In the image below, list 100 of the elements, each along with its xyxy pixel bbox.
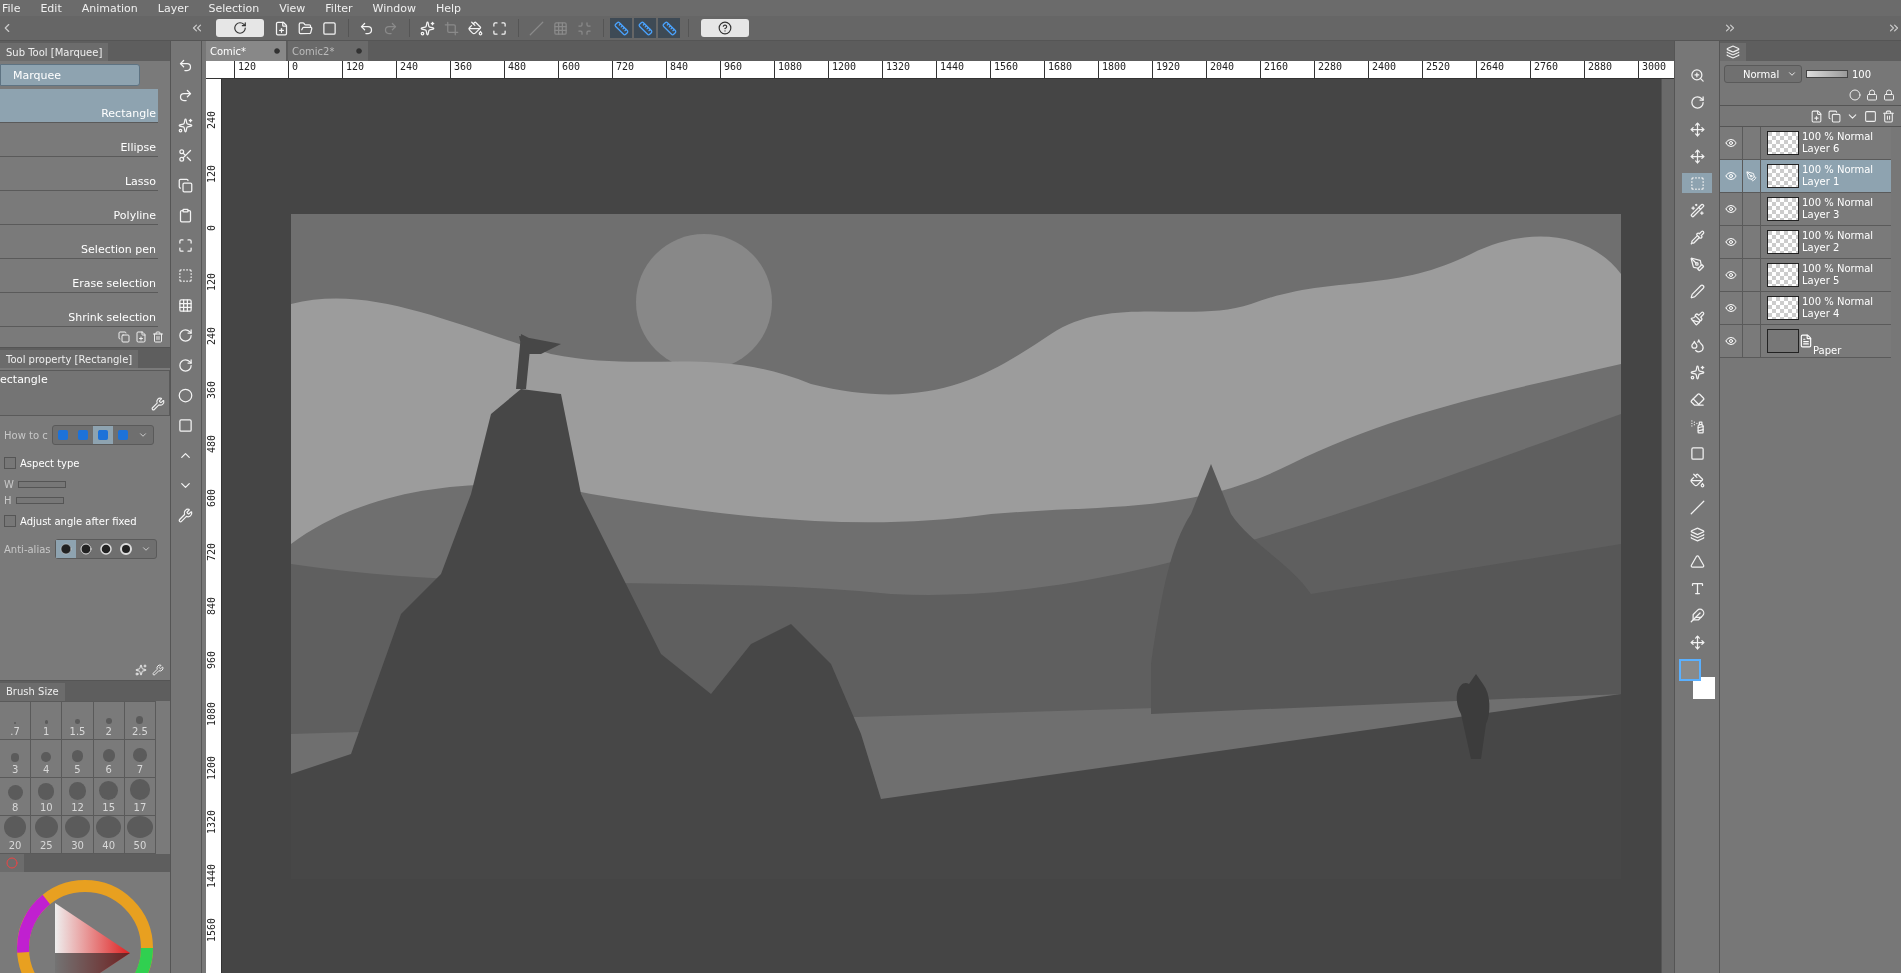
brush-dot-icon xyxy=(65,815,90,838)
brush-size-cell[interactable]: .7 xyxy=(0,701,32,740)
brush-size-cell[interactable]: 1.5 xyxy=(62,701,94,740)
ruler-label: 2280 xyxy=(1314,61,1368,78)
move-tool-icon xyxy=(1689,121,1705,137)
subtool-group-tab[interactable]: Marquee xyxy=(0,64,140,86)
selection-mode-control[interactable] xyxy=(51,425,154,445)
antialias-option[interactable] xyxy=(55,540,76,558)
panel-tab[interactable]: Sub Tool [Marquee] xyxy=(0,43,109,61)
brush-dot-icon xyxy=(41,751,52,762)
panel-tab[interactable]: Tool property [Rectangle] xyxy=(0,350,139,368)
brush-size-cell[interactable]: 25 xyxy=(31,815,63,854)
ruler-label: 840 xyxy=(206,595,218,618)
ruler-label: 120 xyxy=(234,61,288,78)
layer-row[interactable]: 100 % Normal Layer 3 xyxy=(1720,193,1891,226)
transform-icon xyxy=(177,237,193,253)
transform-icon xyxy=(491,20,507,36)
brush-dot-icon xyxy=(68,781,87,800)
ruler-label: 840 xyxy=(666,61,720,78)
eye-icon[interactable] xyxy=(1725,269,1737,281)
layer-name: Layer 5 xyxy=(1802,275,1841,287)
trash-icon xyxy=(1882,109,1895,123)
ruler-label: 1320 xyxy=(206,808,218,837)
circle-icon xyxy=(79,543,92,555)
menu-item[interactable]: File xyxy=(0,1,39,15)
brush-size-cell[interactable]: 4 xyxy=(31,739,63,778)
brush-size-cell[interactable]: 8 xyxy=(0,777,32,816)
brush-size-cell[interactable]: 20 xyxy=(0,815,32,854)
square-icon xyxy=(116,429,129,441)
layer-panel-tab[interactable] xyxy=(1720,43,1746,61)
eye-icon[interactable] xyxy=(1725,335,1737,347)
menu-item[interactable]: Filter xyxy=(323,1,371,15)
layer-row[interactable]: 100 % Normal Layer 4 xyxy=(1720,292,1891,325)
ruler-label: 120 xyxy=(206,163,218,186)
brush-size-cell[interactable]: 30 xyxy=(62,815,94,854)
brush-size-cell[interactable]: 10 xyxy=(31,777,63,816)
help-button[interactable] xyxy=(701,19,749,37)
brush-size-cell[interactable]: 1 xyxy=(31,701,63,740)
brush-size-cell[interactable]: 12 xyxy=(62,777,94,816)
ruler-label: 1560 xyxy=(990,61,1044,78)
blend-mode-select[interactable]: Normal xyxy=(1724,65,1802,83)
ruler-label: 1920 xyxy=(1152,61,1206,78)
opacity-value: 100 xyxy=(1852,68,1872,80)
circle-icon xyxy=(59,543,72,555)
menu-item[interactable]: Animation xyxy=(79,1,156,15)
pen-tool-icon xyxy=(1689,256,1705,272)
eye-icon[interactable] xyxy=(1725,302,1737,314)
brush-size-cell[interactable]: 2 xyxy=(93,701,125,740)
antialias-control[interactable] xyxy=(54,539,157,559)
paper-icon xyxy=(1799,334,1813,348)
ruler-label: 0 xyxy=(206,224,218,233)
redo-icon xyxy=(177,87,193,103)
brush-size-cell[interactable]: 2.5 xyxy=(124,701,156,740)
menu-item[interactable]: Layer xyxy=(155,1,207,15)
ruler-label: 1080 xyxy=(774,61,828,78)
scrollbar[interactable] xyxy=(1661,79,1674,973)
eye-icon[interactable] xyxy=(1725,137,1737,149)
color-swatch-drawing xyxy=(1679,659,1715,699)
subtool-item[interactable]: Rectangle xyxy=(0,89,158,123)
layer-row[interactable]: 100 % Normal Layer 2 xyxy=(1720,226,1891,259)
ruler-label: 2520 xyxy=(1422,61,1476,78)
layer-row[interactable]: 100 % Normal Layer 1 xyxy=(1720,160,1891,193)
app-logo-button[interactable] xyxy=(216,19,264,37)
menu-item[interactable]: View xyxy=(277,1,324,15)
mode-option[interactable] xyxy=(92,426,113,444)
layer-name: Layer 2 xyxy=(1802,242,1841,254)
input-field[interactable] xyxy=(15,496,64,504)
ruler-label: 2760 xyxy=(1530,61,1584,78)
menu-item[interactable]: Edit xyxy=(38,1,80,15)
layer-row[interactable]: 100 % Normal Layer 6 xyxy=(1720,127,1891,160)
menu-item[interactable]: Help xyxy=(433,1,479,15)
brush-size-cell[interactable]: 3 xyxy=(0,739,32,778)
minimize-icon xyxy=(576,20,592,36)
layer-thumbnail xyxy=(1767,329,1799,353)
brush-size-cell[interactable]: 5 xyxy=(62,739,94,778)
eye-icon[interactable] xyxy=(1725,170,1737,182)
ruler-label: 600 xyxy=(558,61,612,78)
layer-row[interactable]: 100 % Normal Layer 5 xyxy=(1720,259,1891,292)
input-field[interactable] xyxy=(17,480,66,488)
layer-row[interactable]: Paper xyxy=(1720,325,1891,358)
ruler-label: 360 xyxy=(450,61,504,78)
eye-icon[interactable] xyxy=(1725,236,1737,248)
menu-item[interactable]: Selection xyxy=(206,1,278,15)
lock-icon xyxy=(1866,89,1878,101)
checkbox-label: Adjust angle after fixed xyxy=(20,515,137,527)
brush-dot-icon xyxy=(4,816,26,838)
checkbox[interactable] xyxy=(4,457,16,469)
layer-thumbnail xyxy=(1767,230,1799,254)
menu-item[interactable]: Window xyxy=(370,1,434,15)
opacity-slider[interactable] xyxy=(1807,71,1847,77)
panel-tab[interactable]: Brush Size xyxy=(0,682,65,701)
document-tab[interactable]: Comic2* xyxy=(288,41,368,61)
brush-tool-icon xyxy=(1689,310,1705,326)
eye-icon[interactable] xyxy=(1725,203,1737,215)
clipboard-icon xyxy=(177,207,193,223)
layer-mode: 100 % Normal xyxy=(1802,131,1874,143)
document-tab[interactable]: Comic* xyxy=(206,41,286,61)
checkbox[interactable] xyxy=(4,515,16,527)
new-icon xyxy=(135,331,147,343)
ruler-label: 2040 xyxy=(1206,61,1260,78)
